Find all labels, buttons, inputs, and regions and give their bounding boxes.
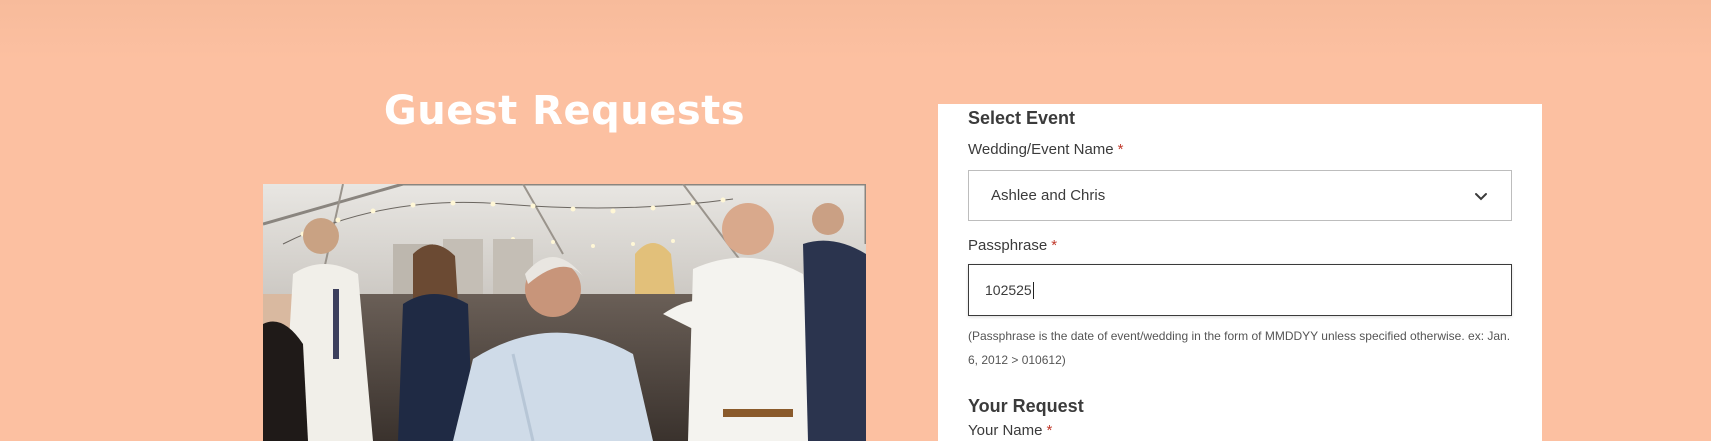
chevron-down-icon: [1475, 192, 1487, 200]
event-name-label-text: Wedding/Event Name: [968, 141, 1114, 158]
party-photo-image: [263, 184, 866, 441]
passphrase-input[interactable]: 102525: [968, 264, 1512, 316]
passphrase-label: Passphrase *: [968, 237, 1057, 254]
event-photo: [263, 184, 866, 441]
passphrase-label-text: Passphrase: [968, 237, 1048, 254]
event-name-label: Wedding/Event Name *: [968, 141, 1123, 158]
text-caret: [1032, 281, 1034, 299]
your-name-label: Your Name *: [968, 422, 1052, 439]
passphrase-input-value: 102525: [985, 282, 1032, 298]
select-event-heading: Select Event: [968, 108, 1076, 128]
required-mark: *: [1046, 422, 1053, 439]
page-title: Guest Requests: [383, 88, 746, 134]
request-form-card: Select Event Wedding/Event Name * Ashlee …: [938, 104, 1542, 441]
required-mark: *: [1051, 237, 1058, 254]
your-request-heading: Your Request: [968, 396, 1084, 416]
required-mark: *: [1117, 141, 1124, 158]
your-name-label-text: Your Name: [968, 422, 1043, 439]
passphrase-help-text: (Passphrase is the date of event/wedding…: [968, 329, 1511, 367]
event-name-select[interactable]: Ashlee and Chris: [968, 170, 1512, 221]
event-name-select-value: Ashlee and Chris: [991, 187, 1106, 204]
